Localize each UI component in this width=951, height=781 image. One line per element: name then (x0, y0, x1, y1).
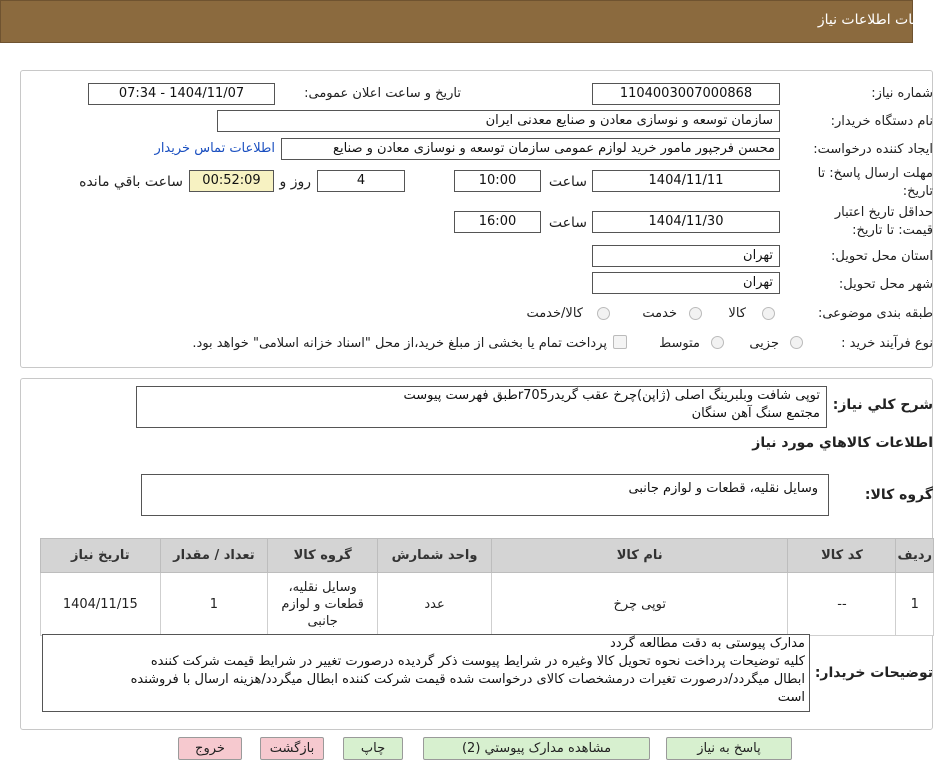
goods-section-title: اطلاعات کالاهاي مورد نياز (752, 435, 933, 451)
category-option-service: خدمت (642, 306, 677, 321)
process-radio-minor[interactable] (790, 336, 803, 349)
category-option-goods-service: کالا/خدمت (526, 306, 583, 321)
goods-group-value: وسایل نقلیه، قطعات و لوازم جانبی (628, 481, 818, 496)
remaining-label: ساعت باقي مانده (79, 174, 183, 190)
table-row: 1 -- توپی چرخ عدد وسایل نقلیه، قطعات و ل… (40, 572, 934, 636)
print-button[interactable]: چاپ (343, 737, 403, 760)
goods-table-header: ردیف کد کالا نام کالا واحد شمارش گروه کا… (40, 538, 934, 573)
category-radio-service[interactable] (689, 307, 702, 320)
buyer-contact-link[interactable]: اطلاعات تماس خریدار (155, 141, 275, 156)
buyer-org-label: نام دستگاه خریدار: (830, 114, 933, 129)
days-label: روز و (279, 174, 312, 190)
announce-date-field: 1404/11/07 - 07:34 (88, 83, 275, 105)
province-field: تهران (592, 245, 780, 267)
col-row: ردیف (895, 538, 934, 573)
deadline-time-label: ساعت (548, 174, 587, 190)
category-radio-goods[interactable] (762, 307, 775, 320)
city-field: تهران (592, 272, 780, 294)
buyer-notes-line-2: کلیه توضیحات پرداخت نحوه تحویل کالا وغیر… (150, 654, 805, 669)
cell-row: 1 (895, 572, 934, 636)
category-label: طبقه بندی موضوعی: (817, 306, 933, 321)
description-textarea: توپی شافت وبلبرینگ اصلی (ژاپن)چرخ عقب گر… (136, 386, 827, 428)
creator-label: ایجاد کننده درخواست: (813, 142, 933, 157)
col-date: تاریخ نیاز (40, 538, 161, 573)
col-code: کد کالا (787, 538, 897, 573)
cell-name: توپی چرخ (490, 572, 789, 636)
process-radio-medium[interactable] (711, 336, 724, 349)
goods-group-field: وسایل نقلیه، قطعات و لوازم جانبی (141, 474, 829, 516)
treasury-payment-note: پرداخت تمام یا بخشی از مبلغ خرید،از محل … (192, 336, 607, 351)
col-name: نام کالا (490, 538, 789, 573)
process-option-medium: متوسط (659, 336, 700, 351)
city-label: شهر محل تحویل: (838, 277, 933, 292)
buyer-notes-line-4: است (777, 690, 805, 705)
buyer-org-field: سازمان توسعه و نوسازی معادن و صنایع معدن… (217, 110, 780, 132)
buyer-notes-line-1: مدارک پیوستی به دقت مطالعه گردد (610, 636, 805, 651)
view-attachments-button[interactable]: مشاهده مدارک پیوستي (2) (423, 737, 650, 760)
need-number-field: 1104003007000868 (592, 83, 780, 105)
page-header: جزئیات اطلاعات نیاز (0, 0, 937, 43)
cell-group: وسایل نقلیه، قطعات و لوازم جانبی (267, 572, 379, 636)
reply-button[interactable]: پاسخ به نیاز (666, 737, 792, 760)
cell-unit: عدد (377, 572, 492, 636)
remaining-timer: 00:52:09 (189, 170, 274, 192)
validity-label-1: حداقل تاریخ اعتبار (834, 205, 933, 220)
province-label: استان محل تحویل: (831, 249, 933, 264)
deadline-date-field: 1404/11/11 (592, 170, 780, 192)
validity-time-field: 16:00 (454, 211, 541, 233)
category-radio-goods-service[interactable] (597, 307, 610, 320)
category-option-goods: کالا (728, 306, 746, 321)
validity-date-field: 1404/11/30 (592, 211, 780, 233)
days-field: 4 (317, 170, 405, 192)
need-number-label: شماره نیاز: (871, 86, 933, 101)
announce-date-label: تاریخ و ساعت اعلان عمومی: (304, 86, 461, 101)
col-group: گروه کالا (267, 538, 379, 573)
deadline-time-field: 10:00 (454, 170, 541, 192)
validity-label-2: قیمت: تا تاریخ: (852, 223, 933, 238)
process-label: نوع فرآیند خرید : (841, 336, 933, 351)
validity-time-label: ساعت (548, 215, 587, 231)
col-qty: تعداد / مقدار (159, 538, 269, 573)
cell-code: -- (787, 572, 897, 636)
deadline-label-2: تاریخ: (902, 184, 933, 199)
back-button[interactable]: بازگشت (260, 737, 324, 760)
buyer-notes-textarea: مدارک پیوستی به دقت مطالعه گردد کلیه توض… (42, 634, 810, 712)
treasury-payment-checkbox[interactable] (613, 335, 627, 349)
creator-field: محسن فرجپور مامور خرید لوازم عمومی سازما… (281, 138, 780, 160)
cell-date: 1404/11/15 (40, 572, 161, 636)
process-option-minor: جزیی (749, 336, 779, 351)
description-label: شرح کلي نياز: (832, 397, 933, 413)
buyer-notes-label: توضیحات خریدار: (814, 665, 933, 681)
deadline-label-1: مهلت ارسال پاسخ: تا (817, 166, 933, 181)
goods-group-label: گروه کالا: (864, 487, 933, 503)
description-line-1: توپی شافت وبلبرینگ اصلی (ژاپن)چرخ عقب گر… (403, 388, 820, 403)
buyer-notes-line-3: ابطال میگردد/درصورت تغیرات درمشخصات کالا… (130, 672, 805, 687)
goods-table: ردیف کد کالا نام کالا واحد شمارش گروه کا… (40, 538, 934, 636)
col-unit: واحد شمارش (377, 538, 492, 573)
page-title: جزئیات اطلاعات نیاز (817, 12, 937, 28)
cell-qty: 1 (159, 572, 269, 636)
exit-button[interactable]: خروج (178, 737, 242, 760)
description-line-2: مجتمع سنگ آهن سنگان (691, 406, 820, 421)
